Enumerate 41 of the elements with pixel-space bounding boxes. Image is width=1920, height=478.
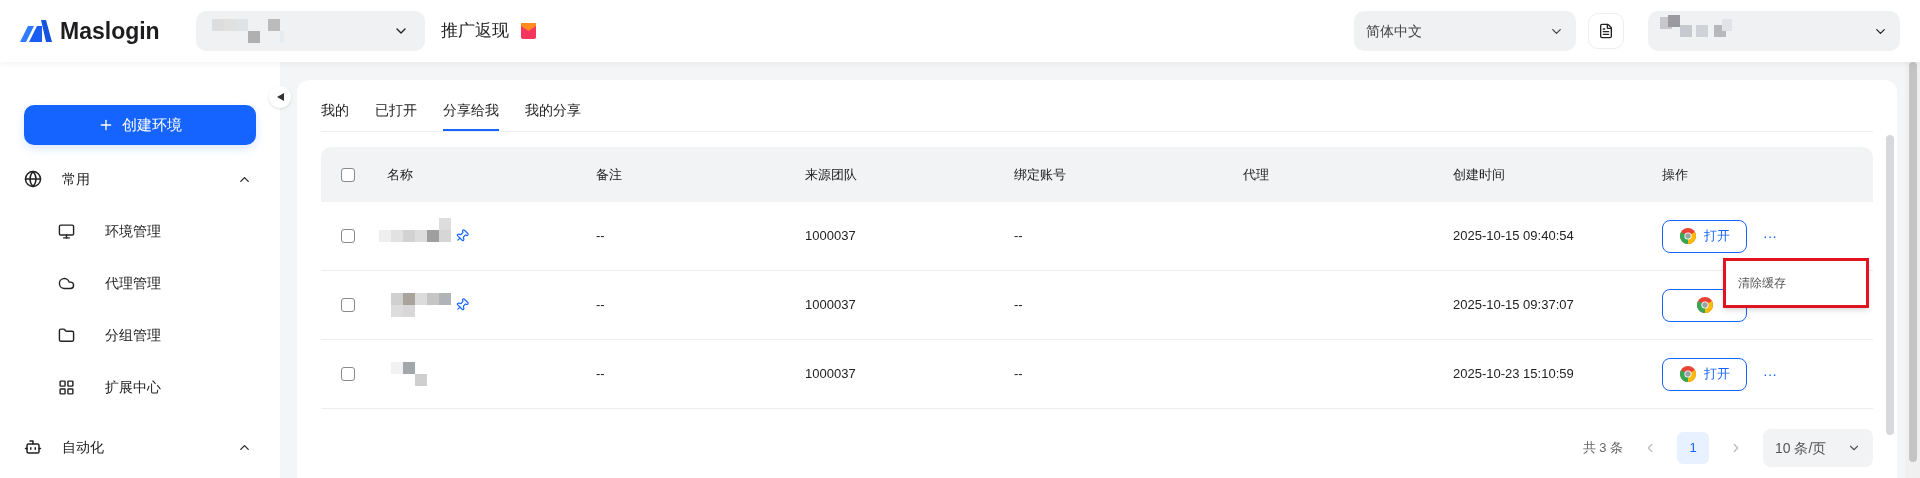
menu-item[interactable]: 扩展中心 (0, 361, 280, 413)
more-button[interactable]: ··· (1763, 225, 1777, 247)
menu-section[interactable]: 自动化 (0, 421, 280, 473)
tab[interactable]: 已打开 (375, 96, 417, 131)
column-header: 备注 (596, 165, 623, 184)
promo-link[interactable]: 推广返现 (441, 18, 509, 44)
open-button[interactable]: 打开 (1662, 219, 1747, 253)
column-header: 操作 (1662, 165, 1689, 184)
language-select[interactable]: 简体中文 (1354, 11, 1576, 51)
table-cell-text: 1000037 (805, 296, 857, 315)
more-button[interactable]: ··· (1763, 363, 1777, 385)
total-count: 共 3 条 (1582, 439, 1623, 458)
page-size-select[interactable]: 10 条/页 (1763, 429, 1873, 467)
table-cell-text: 2025-10-15 09:37:07 (1453, 296, 1575, 315)
menu-section[interactable]: 常用 (0, 153, 280, 205)
column-header: 绑定账号 (1014, 165, 1067, 184)
open-button[interactable]: 打开 (1662, 357, 1747, 391)
table-cell-text: 1000037 (805, 365, 857, 384)
table-cell-text: -- (1014, 365, 1024, 384)
table-cell-text: 1000037 (805, 227, 857, 246)
table-cell-text: 2025-10-23 15:10:59 (1453, 365, 1575, 384)
column-header: 名称 (387, 165, 414, 184)
menu-option[interactable]: 清除缓存 (1738, 274, 1866, 292)
table-cell-text: -- (1014, 296, 1024, 315)
tab[interactable]: 我的 (321, 96, 349, 131)
table-cell-text: -- (596, 296, 606, 315)
menu-item[interactable]: 环境管理 (0, 205, 280, 257)
page-button[interactable]: 1 (1677, 432, 1709, 464)
tab[interactable]: 我的分享 (525, 96, 581, 131)
menu-item[interactable]: 分组管理 (0, 309, 280, 361)
column-header: 来源团队 (805, 165, 858, 184)
tab[interactable]: 分享给我 (443, 96, 499, 131)
table-cell-text: -- (596, 365, 606, 384)
column-header: 代理 (1243, 165, 1270, 184)
create-environment-button[interactable]: 创建环境 (24, 105, 256, 145)
table-cell-text: -- (1014, 227, 1024, 246)
menu-item[interactable]: 代理管理 (0, 257, 280, 309)
table-cell-text: -- (596, 227, 606, 246)
app-logo: Maslogin (60, 16, 160, 46)
column-header: 创建时间 (1453, 165, 1506, 184)
table-cell-text: 2025-10-15 09:40:54 (1453, 227, 1575, 246)
